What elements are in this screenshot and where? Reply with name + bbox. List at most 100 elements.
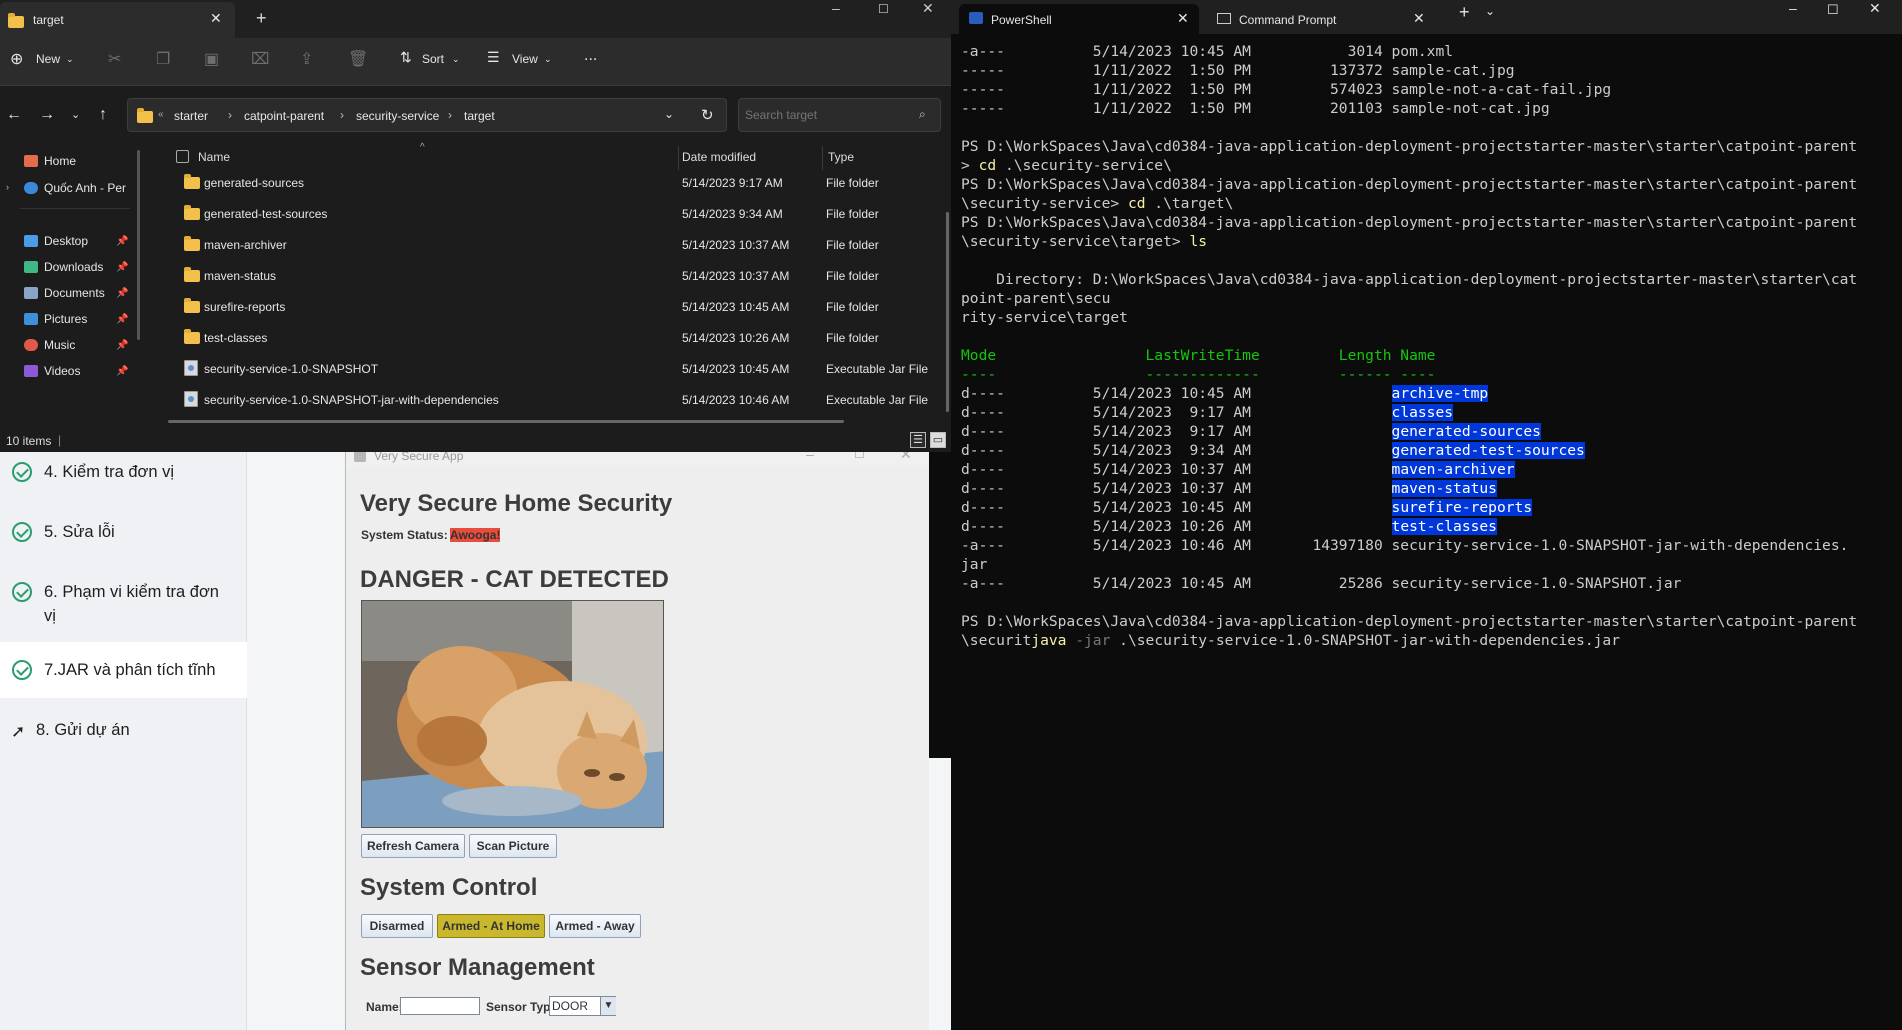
maximize-button[interactable]: ☐: [878, 2, 889, 16]
nav-item-pictures[interactable]: Pictures: [24, 312, 87, 326]
close-window-button[interactable]: ✕: [1869, 0, 1881, 17]
list-scrollbar[interactable]: [946, 212, 949, 412]
nav-item-documents[interactable]: Documents: [24, 286, 105, 300]
refresh-icon[interactable]: ↻: [701, 106, 714, 124]
folder-icon: [8, 13, 24, 28]
scan-picture-button[interactable]: Scan Picture: [469, 834, 557, 858]
new-tab-icon[interactable]: +: [256, 8, 267, 29]
pin-icon[interactable]: 📌: [116, 366, 128, 377]
terminal-text: .\target\: [1145, 195, 1234, 212]
file-type: File folder: [826, 238, 879, 252]
nav-item-desktop[interactable]: Desktop: [24, 234, 88, 248]
sort-button[interactable]: Sort: [422, 52, 444, 66]
breadcrumb-security-service[interactable]: security-service: [356, 109, 439, 123]
nav-item-downloads[interactable]: Downloads: [24, 260, 103, 274]
terminal-line: Directory: D:\WorkSpaces\Java\cd0384-jav…: [961, 270, 1891, 289]
lesson-item-active[interactable]: 7.JAR và phân tích tĩnh: [0, 642, 247, 698]
sensor-name-input[interactable]: [400, 997, 480, 1015]
terminal-text: d---- 5/14/2023 10:37 AM: [961, 461, 1392, 478]
tiles-view-icon[interactable]: ▭: [930, 432, 946, 448]
new-tab-icon[interactable]: +: [1459, 2, 1470, 23]
breadcrumb-target[interactable]: target: [464, 109, 495, 123]
minimize-button[interactable]: –: [1789, 0, 1797, 16]
search-box[interactable]: ⌕: [738, 98, 941, 132]
recent-chevron-icon[interactable]: ⌄: [71, 108, 80, 121]
column-divider[interactable]: [678, 146, 679, 170]
search-input[interactable]: [745, 107, 905, 123]
sensor-type-select[interactable]: DOOR ▼: [549, 996, 616, 1016]
address-dropdown-icon[interactable]: ⌄: [664, 107, 674, 121]
column-divider[interactable]: [822, 146, 823, 170]
copy-icon[interactable]: ❐: [156, 49, 170, 69]
minimize-button[interactable]: –: [832, 0, 840, 16]
column-header-name[interactable]: Name: [198, 150, 230, 164]
close-tab-icon[interactable]: ✕: [210, 10, 222, 27]
file-row[interactable]: maven-archiver 5/14/2023 10:37 AM File fol…: [180, 232, 940, 260]
details-view-icon[interactable]: ☰: [910, 432, 926, 448]
breadcrumb-catpoint-parent[interactable]: catpoint-parent: [244, 109, 324, 123]
horizontal-scrollbar[interactable]: [168, 420, 844, 423]
column-header-type[interactable]: Type: [828, 150, 854, 164]
view-button[interactable]: View: [512, 52, 538, 66]
status-separator: |: [58, 433, 62, 447]
search-icon[interactable]: ⌕: [919, 107, 926, 122]
file-type: File folder: [826, 207, 879, 221]
pin-icon[interactable]: 📌: [116, 288, 128, 299]
close-window-button[interactable]: ✕: [922, 0, 934, 17]
check-circle-icon: [12, 522, 32, 542]
nav-item-videos[interactable]: Videos: [24, 364, 80, 378]
expand-chevron-icon[interactable]: ›: [6, 182, 9, 192]
share-icon[interactable]: ⇪: [300, 49, 313, 69]
rename-icon[interactable]: ⌧: [251, 49, 269, 69]
lesson-item[interactable]: 4. Kiểm tra đơn vị: [0, 460, 247, 484]
lesson-item[interactable]: 5. Sửa lỗi: [0, 520, 247, 544]
more-options-button[interactable]: ...: [584, 47, 597, 65]
new-button[interactable]: New: [36, 52, 60, 66]
dropdown-chevron-icon[interactable]: ⌄: [1485, 4, 1495, 18]
nav-item-home[interactable]: Home: [24, 154, 76, 168]
tab-powershell[interactable]: PowerShell ✕: [959, 4, 1199, 34]
file-row[interactable]: maven-status 5/14/2023 10:37 AM File folde…: [180, 263, 940, 291]
address-bar[interactable]: « starter › catpoint-parent › security-s…: [127, 98, 727, 132]
lesson-item[interactable]: ➚ 8. Gửi dự án: [0, 718, 247, 742]
terminal-output[interactable]: -a--- 5/14/2023 10:45 AM 3014 pom.xml ---…: [961, 42, 1891, 650]
chevron-down-icon[interactable]: ▼: [600, 997, 616, 1015]
close-tab-icon[interactable]: ✕: [1413, 10, 1425, 27]
armed-at-home-button[interactable]: Armed - At Home: [437, 914, 545, 938]
explorer-tab[interactable]: target ✕: [0, 2, 235, 38]
armed-away-button[interactable]: Armed - Away: [549, 914, 641, 938]
new-plus-icon[interactable]: ⊕: [10, 49, 23, 69]
pin-icon[interactable]: 📌: [116, 314, 128, 325]
cut-icon[interactable]: ✂: [108, 49, 121, 69]
file-row[interactable]: test-classes 5/14/2023 10:26 AM File folde…: [180, 325, 940, 353]
pin-icon[interactable]: 📌: [116, 236, 128, 247]
overflow-chevron-icon[interactable]: «: [158, 109, 164, 120]
select-all-checkbox[interactable]: [176, 150, 189, 163]
nav-item-onedrive[interactable]: Quốc Anh - Per: [24, 181, 126, 195]
file-row[interactable]: generated-sources 5/14/2023 9:17 AM File f…: [180, 170, 940, 198]
file-row[interactable]: security-service-1.0-SNAPSHOT-jar-with-d…: [180, 387, 940, 415]
pin-icon[interactable]: 📌: [116, 262, 128, 273]
terminal-text: rity-service\target: [961, 309, 1128, 326]
lesson-item[interactable]: 6. Phạm vi kiểm tra đơn vị: [0, 580, 240, 628]
maximize-button[interactable]: ☐: [1827, 2, 1839, 18]
delete-icon[interactable]: 🗑: [348, 49, 368, 69]
file-row[interactable]: generated-test-sources 5/14/2023 9:34 AM F…: [180, 201, 940, 229]
refresh-camera-button[interactable]: Refresh Camera: [361, 834, 465, 858]
paste-icon[interactable]: ▣: [204, 49, 219, 69]
up-arrow-icon[interactable]: ↑: [99, 106, 107, 124]
terminal-line: ----- 1/11/2022 1:50 PM 574023 sample-no…: [961, 80, 1891, 99]
close-tab-icon[interactable]: ✕: [1177, 10, 1189, 27]
disarmed-button[interactable]: Disarmed: [361, 914, 433, 938]
file-row[interactable]: security-service-1.0-SNAPSHOT 5/14/2023 1…: [180, 356, 940, 384]
nav-item-music[interactable]: Music: [24, 338, 75, 352]
breadcrumb-starter[interactable]: starter: [174, 109, 208, 123]
column-header-date[interactable]: Date modified: [682, 150, 756, 164]
tab-command-prompt[interactable]: Command Prompt ✕: [1207, 4, 1447, 34]
forward-arrow-icon[interactable]: →: [39, 106, 55, 124]
file-row[interactable]: surefire-reports 5/14/2023 10:45 AM File f…: [180, 294, 940, 322]
file-type: File folder: [826, 300, 879, 314]
lesson-label: 8. Gửi dự án: [36, 721, 130, 739]
back-arrow-icon[interactable]: ←: [6, 106, 22, 124]
pin-icon[interactable]: 📌: [116, 340, 128, 351]
